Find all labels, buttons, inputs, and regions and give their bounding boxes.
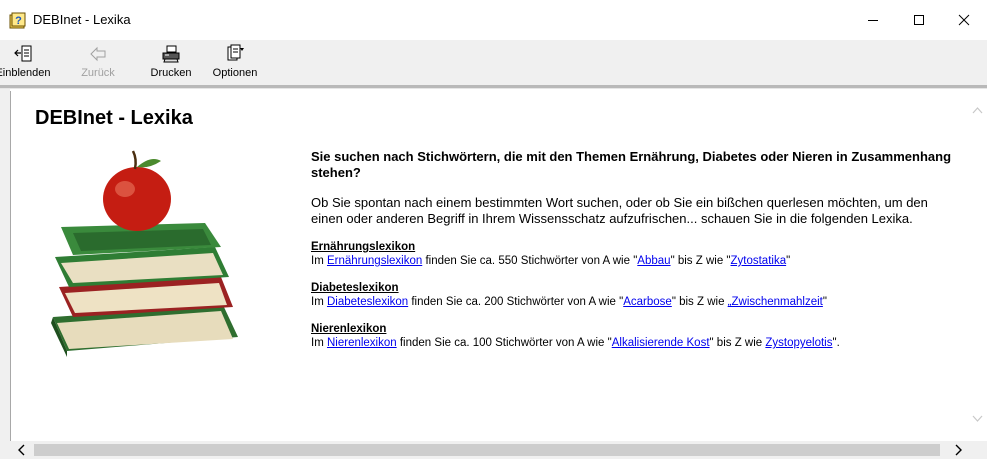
ernaehrungslexikon-link[interactable]: Ernährungslexikon	[327, 255, 422, 267]
options-icon	[227, 44, 244, 61]
print-button[interactable]: Drucken	[148, 42, 194, 83]
zystopyelotis-link[interactable]: Zystopyelotis	[765, 337, 832, 349]
alkalisierende-kost-link[interactable]: Alkalisierende Kost	[612, 337, 710, 349]
maximize-button[interactable]	[896, 0, 942, 40]
horizontal-scroll-thumb[interactable]	[34, 444, 940, 456]
text-suffix: ".	[832, 337, 840, 349]
scroll-right-icon[interactable]	[952, 444, 964, 456]
abbau-link[interactable]: Abbau	[637, 255, 670, 267]
zwischenmahlzeit-link[interactable]: „Zwischenmahlzeit	[728, 296, 823, 308]
content-pane: DEBInet - Lexika Sie suchen nach Stichwö…	[10, 91, 968, 441]
horizontal-scrollbar[interactable]	[10, 441, 987, 459]
close-button[interactable]	[941, 0, 987, 40]
lexikon-entry-ernaehrung: Ernährungslexikon Im Ernährungslexikon f…	[311, 240, 961, 268]
text-between: " bis Z wie	[709, 337, 766, 349]
minimize-button[interactable]	[850, 0, 896, 40]
page-title: DEBInet - Lexika	[35, 107, 193, 129]
text-prefix: Im	[311, 337, 327, 349]
help-book-icon: ?	[9, 12, 27, 30]
text-suffix: "	[822, 296, 827, 308]
print-label: Drucken	[150, 67, 192, 79]
text-prefix: Im	[311, 296, 327, 308]
text-prefix: Im	[311, 255, 327, 267]
text-middle: finden Sie ca. 200 Stichwörter von A wie…	[408, 296, 624, 308]
options-label: Optionen	[212, 67, 258, 79]
maximize-icon	[914, 15, 924, 25]
text-suffix: "	[786, 255, 791, 267]
lexikon-entry-diabetes: Diabeteslexikon Im Diabeteslexikon finde…	[311, 281, 961, 309]
lexikon-heading: Nierenlexikon	[311, 323, 387, 335]
scroll-up-icon[interactable]	[972, 105, 983, 116]
lexikon-description: Im Ernährungslexikon finden Sie ca. 550 …	[311, 254, 961, 268]
intro-text-column: Sie suchen nach Stichwörtern, die mit de…	[311, 149, 961, 350]
acarbose-link[interactable]: Acarbose	[623, 296, 672, 308]
text-middle: finden Sie ca. 100 Stichwörter von A wie…	[396, 337, 612, 349]
lexikon-heading: Diabeteslexikon	[311, 282, 399, 294]
toolbar-divider-highlight	[0, 88, 987, 89]
diabeteslexikon-link[interactable]: Diabeteslexikon	[327, 296, 408, 308]
zytostatika-link[interactable]: Zytostatika	[731, 255, 787, 267]
vertical-scrollbar[interactable]	[968, 91, 987, 441]
lexikon-heading: Ernährungslexikon	[311, 241, 416, 253]
back-label: Zurück	[81, 67, 115, 79]
svg-text:?: ?	[15, 15, 22, 27]
title-bar: ? DEBInet - Lexika	[0, 0, 987, 40]
lexikon-description: Im Diabeteslexikon finden Sie ca. 200 St…	[311, 295, 961, 309]
back-button[interactable]: Zurück	[78, 42, 118, 83]
show-pane-icon	[14, 45, 32, 62]
einblenden-button[interactable]: Einblenden	[0, 42, 51, 83]
intro-question: Sie suchen nach Stichwörtern, die mit de…	[311, 149, 952, 180]
minimize-icon	[868, 20, 878, 21]
navigation-pane-edge	[0, 89, 10, 459]
window-title: DEBInet - Lexika	[33, 12, 131, 27]
back-arrow-icon	[90, 46, 106, 62]
lexikon-entry-nieren: Nierenlexikon Im Nierenlexikon finden Si…	[311, 322, 961, 350]
scroll-left-icon[interactable]	[16, 444, 28, 456]
options-button[interactable]: Optionen	[208, 42, 262, 83]
text-middle: finden Sie ca. 550 Stichwörter von A wie…	[422, 255, 638, 267]
scroll-down-icon[interactable]	[972, 413, 983, 424]
text-between: " bis Z wie	[671, 296, 728, 308]
nierenlexikon-link[interactable]: Nierenlexikon	[327, 337, 397, 349]
close-icon	[958, 14, 970, 26]
text-between: " bis Z wie "	[670, 255, 731, 267]
intro-paragraph: Ob Sie spontan nach einem bestimmten Wor…	[311, 195, 928, 226]
lexikon-description: Im Nierenlexikon finden Sie ca. 100 Stic…	[311, 336, 961, 350]
einblenden-label: Einblenden	[0, 67, 51, 79]
printer-icon	[162, 45, 180, 63]
toolbar: Einblenden Zurück Drucken Optionen	[0, 40, 987, 85]
apple-on-books-image	[51, 150, 238, 357]
